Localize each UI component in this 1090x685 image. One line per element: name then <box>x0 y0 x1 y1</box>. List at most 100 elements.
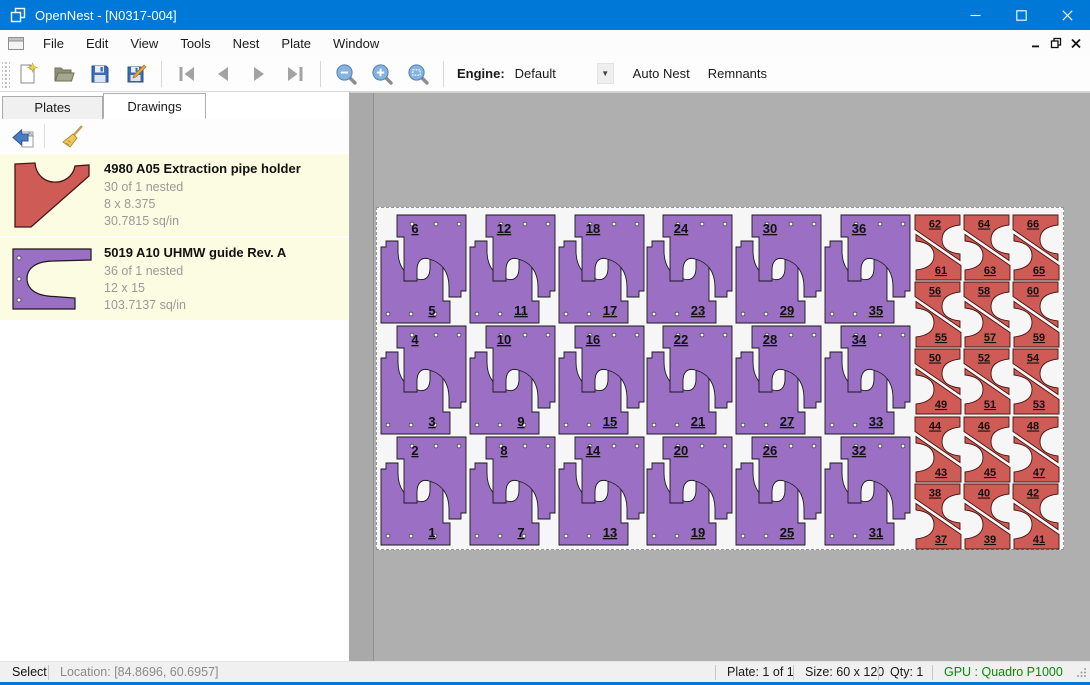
menu-item-plate[interactable]: Plate <box>270 32 322 55</box>
menu-item-file[interactable]: File <box>32 32 75 55</box>
zoom-in-button[interactable] <box>366 59 398 89</box>
nest-pair[interactable]: 4443 <box>914 416 962 483</box>
go-first-icon <box>175 62 199 86</box>
opennest-window: OpenNest - [N0317-004] FileEditViewTools… <box>0 0 1090 685</box>
part-number: 23 <box>691 303 705 318</box>
nest-pair[interactable]: 65 <box>379 213 468 325</box>
nest-pair[interactable]: 1817 <box>557 213 646 325</box>
nest-pair[interactable]: 2019 <box>645 435 734 547</box>
nest-pair[interactable]: 2221 <box>645 324 734 436</box>
maximize-button[interactable] <box>998 0 1044 30</box>
part-number: 6 <box>411 221 418 236</box>
menu-item-tools[interactable]: Tools <box>169 32 221 55</box>
go-last-icon <box>283 62 307 86</box>
drawing-item[interactable]: 4980 A05 Extraction pipe holder30 of 1 n… <box>0 154 349 236</box>
plate[interactable]: 6512111817242330293635431091615222128273… <box>376 207 1064 550</box>
nest-pair[interactable]: 5453 <box>1012 348 1060 415</box>
nest-pair[interactable]: 3837 <box>914 483 962 550</box>
toolbar-separator <box>320 61 321 87</box>
sidebar-panel: PlatesDrawings 4980 A05 Extraction pipe … <box>0 92 350 661</box>
go-previous-icon <box>211 62 235 86</box>
app-icon <box>9 6 27 24</box>
save-button[interactable] <box>84 59 116 89</box>
nest-pair[interactable]: 1615 <box>557 324 646 436</box>
part-number: 38 <box>929 487 941 499</box>
nest-canvas[interactable]: 6512111817242330293635431091615222128273… <box>350 92 1090 661</box>
nest-pair[interactable]: 6059 <box>1012 281 1060 348</box>
nest-pair[interactable]: 5655 <box>914 281 962 348</box>
nest-pair[interactable]: 4645 <box>963 416 1011 483</box>
nest-pair[interactable]: 3231 <box>823 435 912 547</box>
nest-pair[interactable]: 3433 <box>823 324 912 436</box>
status-gpu: GPU : Quadro P1000 <box>944 665 1063 679</box>
go-last-button[interactable] <box>279 59 311 89</box>
part-number: 62 <box>929 219 941 231</box>
nest-pair[interactable]: 43 <box>379 324 468 436</box>
drawing-title: 4980 A05 Extraction pipe holder <box>104 161 349 176</box>
nest-pair[interactable]: 4039 <box>963 483 1011 550</box>
part-number: 29 <box>780 303 794 318</box>
drawing-area: 103.7137 sq/in <box>104 297 349 314</box>
nest-pair[interactable]: 5251 <box>963 348 1011 415</box>
part-number: 35 <box>869 303 883 318</box>
clear-drawings-button[interactable] <box>55 121 89 151</box>
nest-pair[interactable]: 21 <box>379 435 468 547</box>
open-file-button[interactable] <box>48 59 80 89</box>
engine-combobox[interactable]: Default <box>515 66 597 81</box>
zoom-fit-button[interactable] <box>402 59 434 89</box>
nest-pair[interactable]: 3029 <box>734 213 823 325</box>
resize-grip[interactable] <box>1077 667 1087 677</box>
drawing-item[interactable]: 5019 A10 UHMW guide Rev. A36 of 1 nested… <box>0 238 349 320</box>
mdi-restore-button[interactable] <box>1046 33 1066 53</box>
nest-pair[interactable]: 2827 <box>734 324 823 436</box>
go-first-button[interactable] <box>171 59 203 89</box>
engine-dropdown-arrow[interactable]: ▼ <box>597 63 614 84</box>
part-number: 12 <box>497 221 511 236</box>
new-document-button[interactable] <box>12 59 44 89</box>
zoom-out-icon <box>334 62 358 86</box>
part-number: 13 <box>602 525 616 540</box>
part-number: 56 <box>929 286 941 298</box>
mdi-minimize-button[interactable] <box>1026 33 1046 53</box>
nest-pair[interactable]: 5857 <box>963 281 1011 348</box>
nest-pair[interactable]: 2423 <box>645 213 734 325</box>
nest-pair[interactable]: 109 <box>468 324 557 436</box>
sidebar-tabstrip: PlatesDrawings <box>0 92 349 119</box>
new-document-icon <box>16 62 40 86</box>
nest-pair[interactable]: 1413 <box>557 435 646 547</box>
auto-nest-button[interactable]: Auto Nest <box>624 61 699 86</box>
nest-pair[interactable]: 2625 <box>734 435 823 547</box>
remnants-button[interactable]: Remnants <box>699 61 776 86</box>
tab-drawings[interactable]: Drawings <box>103 93 206 119</box>
save-as-button[interactable] <box>120 59 152 89</box>
menu-item-nest[interactable]: Nest <box>222 32 271 55</box>
mdi-close-button[interactable] <box>1066 33 1086 53</box>
zoom-out-button[interactable] <box>330 59 362 89</box>
toolbar-separator <box>44 124 45 148</box>
minimize-button[interactable] <box>952 0 998 30</box>
nest-pair[interactable]: 6261 <box>914 214 962 281</box>
child-window-border <box>373 93 374 661</box>
tab-plates[interactable]: Plates <box>2 96 103 119</box>
nest-pair[interactable]: 1211 <box>468 213 557 325</box>
nest-pair[interactable]: 5049 <box>914 348 962 415</box>
menu-item-window[interactable]: Window <box>322 32 390 55</box>
menu-item-edit[interactable]: Edit <box>75 32 119 55</box>
nest-pair[interactable]: 6665 <box>1012 214 1060 281</box>
go-previous-button[interactable] <box>207 59 239 89</box>
go-next-button[interactable] <box>243 59 275 89</box>
import-drawing-button[interactable] <box>6 121 40 151</box>
part-number: 10 <box>497 332 511 347</box>
nest-pair[interactable]: 87 <box>468 435 557 547</box>
part-number: 16 <box>585 332 599 347</box>
nest-pair[interactable]: 4847 <box>1012 416 1060 483</box>
toolbar-grip[interactable] <box>2 60 10 88</box>
menu-item-view[interactable]: View <box>119 32 169 55</box>
close-button[interactable] <box>1044 0 1090 30</box>
part-number: 66 <box>1027 219 1039 231</box>
document-system-icon[interactable] <box>8 36 24 51</box>
nest-pair[interactable]: 3635 <box>823 213 912 325</box>
nest-pair[interactable]: 6463 <box>963 214 1011 281</box>
nest-pair[interactable]: 4241 <box>1012 483 1060 550</box>
menubar: FileEditViewToolsNestPlateWindow <box>0 30 1090 56</box>
